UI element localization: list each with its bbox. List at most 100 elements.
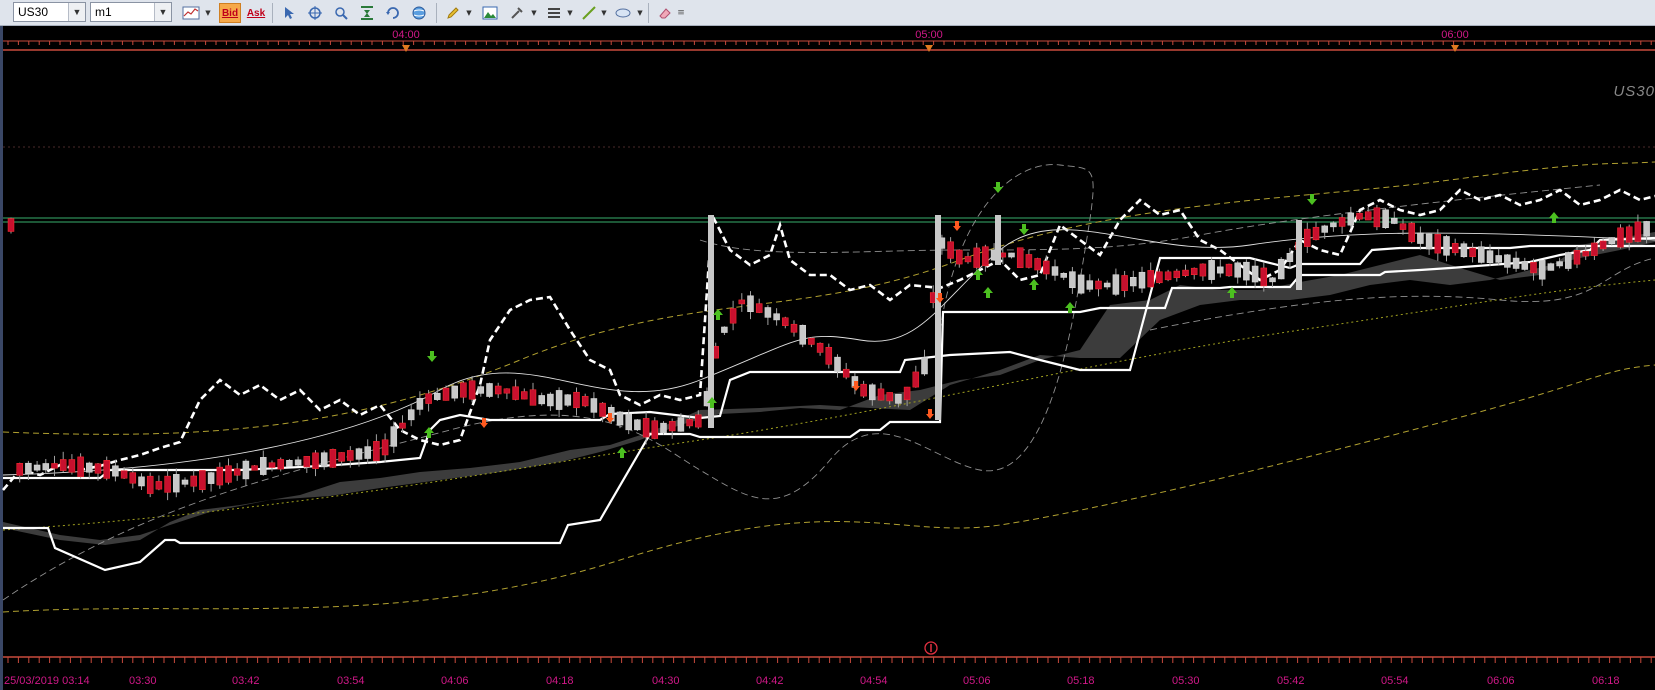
candlestick — [1121, 275, 1128, 291]
candlestick — [146, 475, 154, 494]
candlestick — [1547, 263, 1555, 271]
candlestick — [1573, 250, 1581, 265]
candlestick — [1434, 234, 1442, 254]
symbol-select[interactable]: US30 ▼ — [13, 2, 86, 22]
candlestick — [477, 386, 485, 394]
candlestick — [164, 475, 171, 493]
candlestick — [42, 463, 50, 471]
bottom-time-label: 04:06 — [441, 675, 469, 687]
tools-icon[interactable] — [506, 3, 528, 23]
candlestick — [947, 241, 954, 259]
cursor-icon[interactable] — [278, 3, 300, 23]
candlestick — [1217, 266, 1224, 274]
candlestick — [1260, 267, 1268, 287]
ask-label: Ask — [246, 8, 266, 19]
bid-button[interactable]: Bid — [219, 3, 241, 23]
bottom-time-label: 04:30 — [652, 675, 680, 687]
candlestick — [1478, 246, 1485, 263]
chevron-down-icon[interactable]: ▼ — [68, 3, 85, 21]
candlestick — [303, 456, 311, 468]
eraser-icon[interactable] — [654, 3, 676, 23]
chevron-down-icon[interactable]: ▼ — [465, 3, 473, 23]
bid-label: Bid — [221, 8, 239, 19]
candlestick — [1408, 222, 1415, 243]
crosshair-icon[interactable] — [304, 3, 326, 23]
buy-signal-arrow-icon — [1029, 279, 1039, 290]
bottom-time-label: 04:18 — [546, 675, 574, 687]
candlestick — [86, 462, 93, 473]
symbol-watermark: US30 — [1613, 83, 1655, 100]
bottom-time-label: 03:30 — [129, 675, 157, 687]
candlestick — [1486, 250, 1494, 264]
candlestick — [155, 481, 163, 490]
bottom-time-label: 04:54 — [860, 675, 888, 687]
candlestick — [825, 347, 833, 365]
candlestick — [112, 465, 119, 477]
candlestick — [538, 395, 545, 405]
image-icon[interactable] — [479, 3, 501, 23]
candlestick — [642, 418, 650, 438]
zoom-icon[interactable] — [356, 3, 378, 23]
chevron-down-icon[interactable]: ▼ — [600, 3, 608, 23]
candlestick — [1051, 266, 1059, 276]
candlestick — [1156, 271, 1163, 284]
magnifier-icon[interactable] — [330, 3, 352, 23]
candlestick — [773, 313, 780, 321]
candlestick — [599, 402, 606, 417]
buy-signal-arrow-icon — [1019, 224, 1029, 235]
candlestick — [1382, 209, 1389, 229]
candlestick — [782, 317, 789, 326]
candlestick — [1234, 262, 1241, 278]
pencil-icon[interactable] — [442, 3, 464, 23]
candlestick — [1147, 270, 1154, 288]
candlestick — [634, 419, 641, 431]
ellipse-icon[interactable] — [612, 3, 634, 23]
toolbar-divider — [436, 3, 437, 23]
list-icon[interactable] — [543, 3, 565, 23]
candlestick — [355, 448, 363, 460]
candlestick — [1173, 270, 1181, 278]
ask-button[interactable]: Ask — [245, 3, 267, 23]
line-draw-icon[interactable] — [578, 3, 600, 23]
bottom-time-label: 05:06 — [963, 675, 991, 687]
candlestick — [277, 459, 284, 470]
candlestick — [494, 385, 502, 395]
candlestick — [407, 409, 415, 421]
candlestick — [59, 459, 67, 471]
candlestick — [199, 470, 206, 490]
chevron-down-icon[interactable]: ▼ — [566, 3, 574, 23]
candlestick — [912, 371, 920, 388]
chevron-down-icon[interactable]: ▼ — [636, 3, 644, 23]
candlestick — [129, 472, 137, 484]
candlestick — [581, 396, 589, 407]
candlestick — [1095, 280, 1102, 290]
candlestick — [1164, 271, 1172, 281]
candlestick — [1112, 274, 1120, 295]
globe-icon[interactable] — [408, 3, 430, 23]
timeframe-select[interactable]: m1 ▼ — [90, 2, 172, 22]
chevron-down-icon[interactable]: ▼ — [530, 3, 538, 23]
candlestick — [1060, 272, 1067, 278]
chart-type-icon[interactable] — [180, 3, 202, 23]
refresh-icon[interactable] — [382, 3, 404, 23]
price-chart[interactable]: 04:00 05:00 06:00 25/03/2019 03:14 03:30 03:4… — [0, 26, 1655, 690]
candlestick — [233, 468, 241, 476]
candlestick — [51, 463, 58, 469]
candlestick — [512, 386, 519, 400]
chikou-span-line — [2, 188, 1655, 491]
candlestick — [1643, 221, 1650, 237]
chevron-down-icon[interactable]: ▼ — [204, 3, 212, 23]
more-icon[interactable]: ≡ — [674, 3, 688, 23]
candlestick — [529, 389, 537, 406]
candlestick — [935, 215, 941, 420]
trading-platform-window: US30 ▼ m1 ▼ ▼ Bid Ask ▼ ▼ ▼ ▼ ▼ ≡ 04:00 … — [0, 0, 1655, 690]
chevron-down-icon[interactable]: ▼ — [154, 3, 171, 21]
candlestick — [921, 356, 928, 375]
candlestick — [1199, 263, 1207, 277]
candlestick — [1599, 240, 1607, 250]
ichimoku-cloud — [3, 232, 1655, 545]
candlestick — [1008, 252, 1015, 258]
candlestick — [1269, 277, 1276, 283]
candlestick — [486, 383, 493, 397]
candlestick — [1312, 226, 1320, 241]
